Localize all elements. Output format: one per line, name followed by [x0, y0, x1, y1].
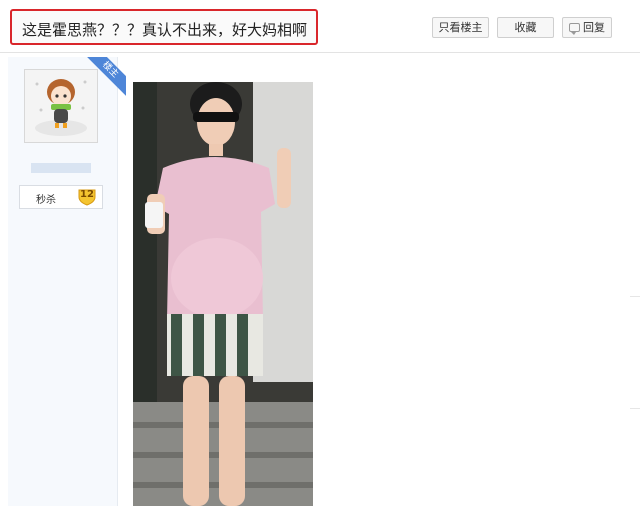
post-photo	[133, 82, 313, 506]
post-photo-illustration	[133, 82, 313, 506]
reply-button-label: 回复	[583, 21, 605, 34]
favorite-button[interactable]: 收藏	[497, 17, 554, 38]
thread-title: 这是霍思燕？？？真认不出来，好大妈相啊	[22, 21, 308, 39]
divider	[630, 296, 640, 297]
username-redacted	[31, 163, 91, 173]
divider	[630, 408, 640, 409]
level-number: 12	[80, 189, 94, 200]
thread-header: 这是霍思燕？？？真认不出来，好大妈相啊 只看楼主 收藏 回复	[0, 0, 640, 53]
owner-tag: 楼主	[86, 57, 126, 97]
level-name: 秒杀	[36, 195, 56, 206]
reply-button[interactable]: 回复	[562, 17, 612, 38]
author-sidebar: 楼主 秒杀 12	[8, 57, 126, 506]
owner-tag-label: 楼主	[86, 57, 126, 97]
thread-title-highlight: 这是霍思燕？？？真认不出来，好大妈相啊	[10, 9, 318, 45]
only-owner-button[interactable]: 只看楼主	[432, 17, 489, 38]
level-badge-icon: 12	[77, 188, 97, 206]
level-badge-box[interactable]: 秒杀 12	[19, 185, 103, 209]
reply-icon	[569, 23, 580, 35]
